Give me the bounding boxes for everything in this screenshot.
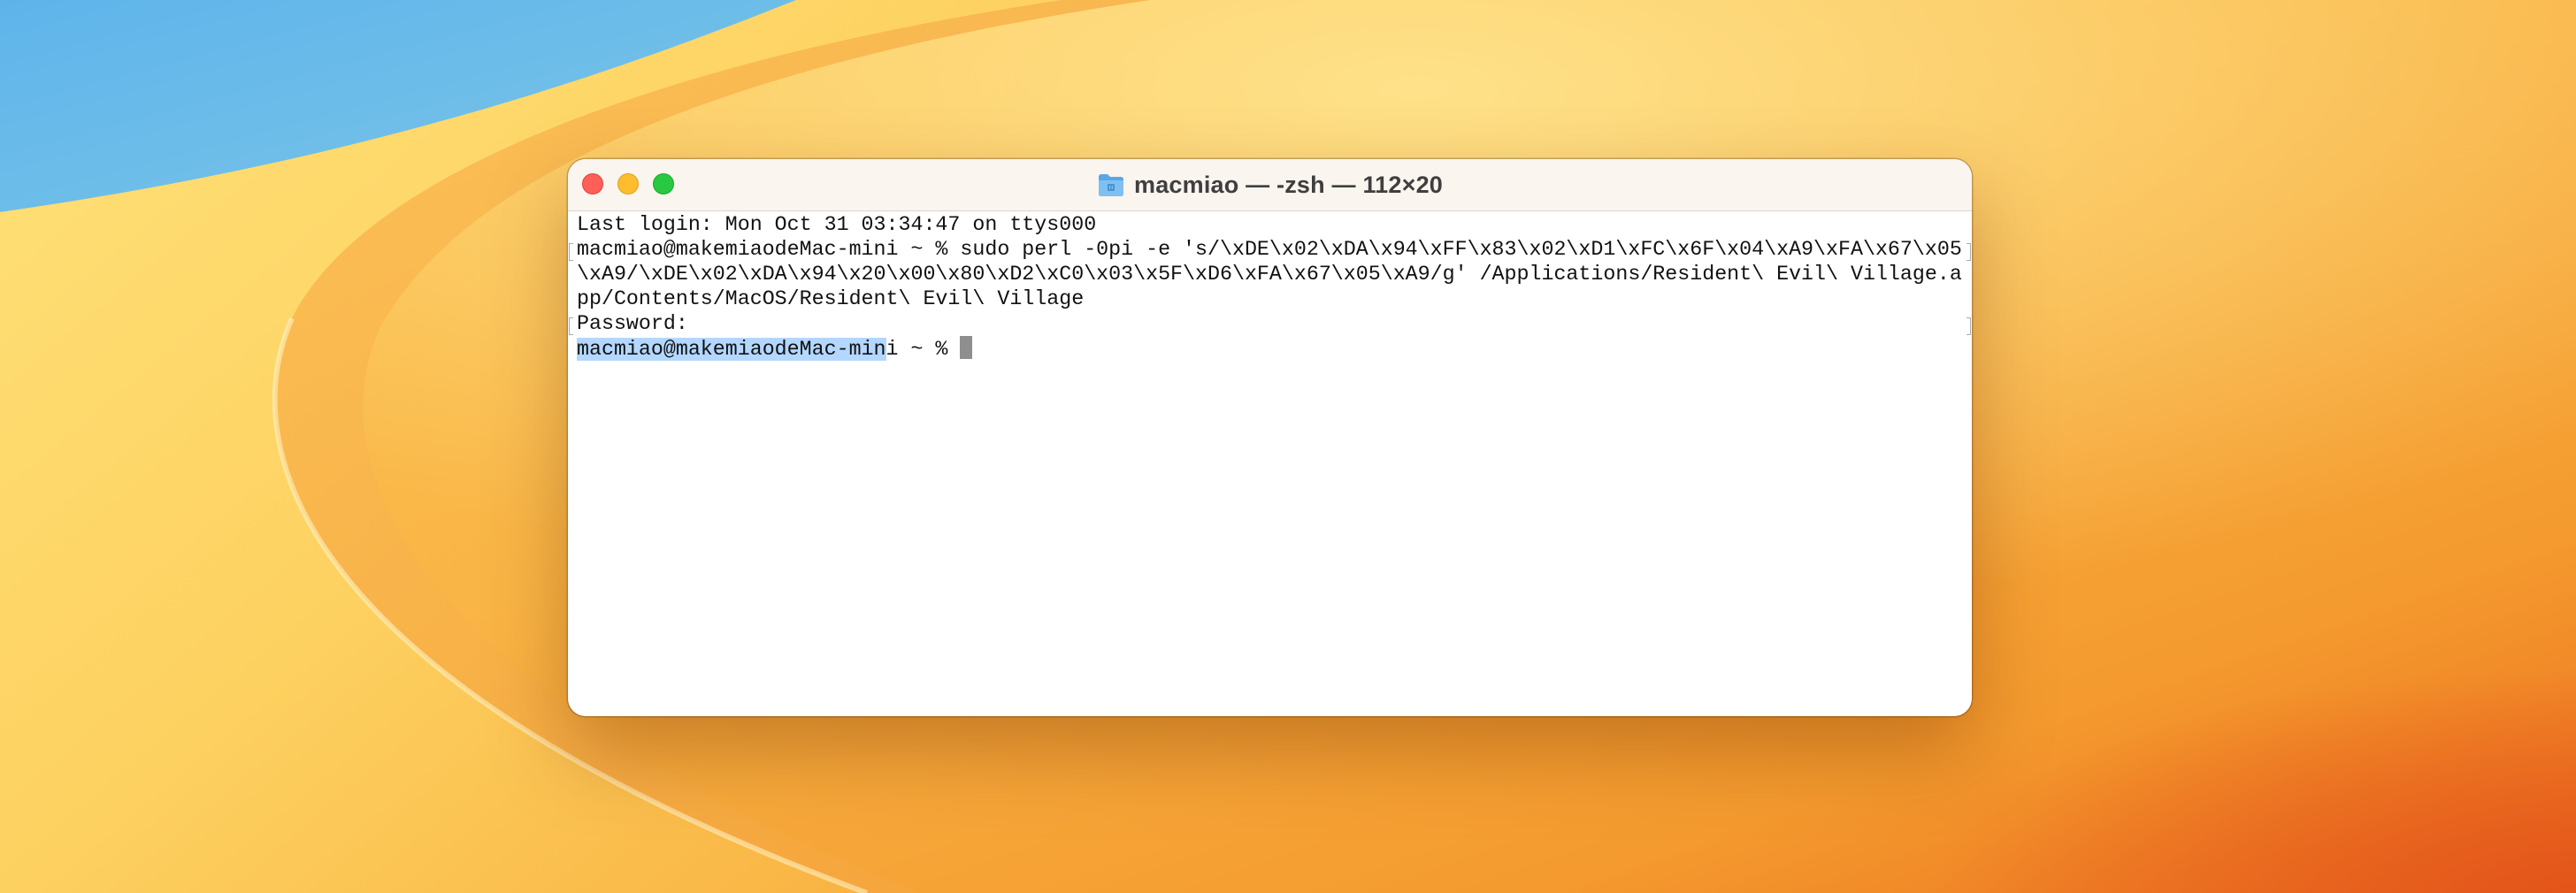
folder-icon: [1098, 174, 1123, 196]
command-line-wrap-1: \xA9/\xDE\x02\xDA\x94\x20\x00\x80\xD2\xC…: [577, 263, 1962, 286]
prompt-text: i ~ %: [886, 338, 961, 361]
line-mark-left: [569, 243, 573, 261]
current-prompt-line[interactable]: macmiao@makemiaodeMac-mini ~ %: [577, 336, 1963, 361]
terminal-content[interactable]: Last login: Mon Oct 31 03:34:47 on ttys0…: [568, 212, 1972, 716]
terminal-window: macmiao — -zsh — 112×20 Last login: Mon …: [568, 159, 1972, 716]
window-title-group: macmiao — -zsh — 112×20: [568, 159, 1972, 210]
window-title: macmiao — -zsh — 112×20: [1133, 171, 1444, 198]
command-line-wrap-2: pp/Contents/MacOS/Resident\ Evil\ Villag…: [577, 287, 1085, 310]
line-mark-right: [1966, 317, 1971, 335]
command-text-1: macmiao@makemiaodeMac-mini ~ % sudo perl…: [577, 238, 1962, 261]
password-line: Password:: [569, 311, 1971, 336]
command-line: macmiao@makemiaodeMac-mini ~ % sudo perl…: [569, 237, 1971, 262]
line-mark-left: [569, 317, 573, 335]
selected-text[interactable]: macmiao@makemiaodeMac-min: [577, 338, 886, 361]
title-bar[interactable]: macmiao — -zsh — 112×20: [568, 159, 1972, 211]
password-prompt: Password:: [577, 312, 688, 335]
text-cursor: [960, 336, 973, 359]
last-login-line: Last login: Mon Oct 31 03:34:47 on ttys0…: [577, 213, 1097, 236]
line-mark-right: [1966, 243, 1971, 261]
